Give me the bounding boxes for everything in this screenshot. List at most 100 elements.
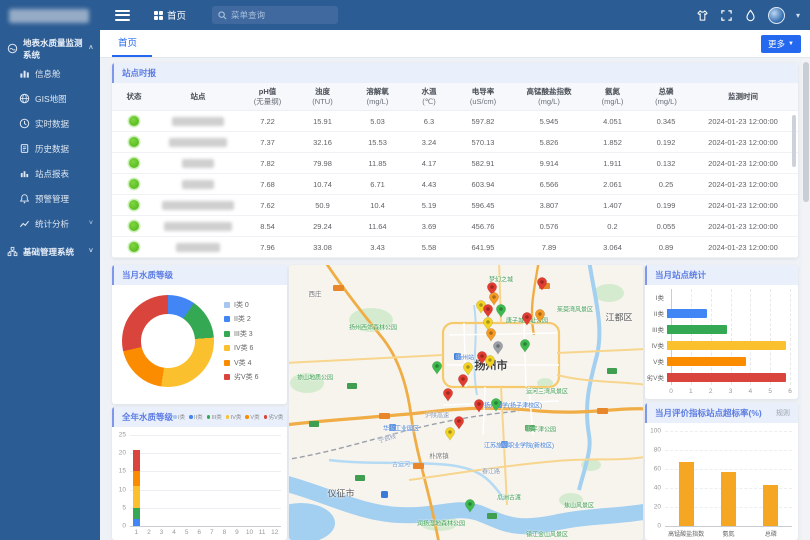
table-row[interactable]: 7.2215.915.036.3597.825.9454.0510.345202…: [112, 111, 798, 132]
sidebar-item-2[interactable]: 实时数据: [0, 111, 100, 136]
more-button[interactable]: 更多▼: [761, 35, 801, 53]
menu-toggle-icon[interactable]: [115, 10, 130, 21]
status-online-dot: [129, 179, 139, 189]
sidebar-group-surface-water[interactable]: 地表水质量监测系统˄: [0, 36, 100, 61]
column-header: 状态: [112, 92, 156, 101]
table-row[interactable]: 7.6810.746.714.43603.946.5662.0610.25202…: [112, 174, 798, 195]
bar[interactable]: [721, 472, 736, 526]
value-cell: 50.9: [295, 201, 350, 210]
bar[interactable]: [667, 357, 746, 366]
annual-chart[interactable]: 0510152025123456789101112: [112, 427, 287, 540]
station-pin-yellow[interactable]: [445, 427, 456, 446]
station-stats-chart[interactable]: 0123456I类II类III类IV类V类劣V类: [645, 285, 798, 399]
tabbar: 首页 更多▼: [100, 30, 810, 58]
value-cell: 7.68: [240, 180, 295, 189]
station-name-cell: [156, 117, 240, 126]
tab-home[interactable]: 首页: [118, 30, 137, 57]
station-pin-green[interactable]: [465, 499, 476, 518]
bar[interactable]: [763, 485, 778, 526]
bar[interactable]: [667, 309, 707, 318]
page-scrollbar-thumb[interactable]: [803, 62, 809, 202]
station-name-cell: [156, 201, 240, 210]
status-cell: [112, 116, 156, 126]
tab-underline: [112, 55, 152, 57]
sidebar-item-3[interactable]: 历史数据: [0, 136, 100, 161]
station-pin-green[interactable]: [520, 339, 531, 358]
legend-item[interactable]: II类 2: [224, 314, 259, 324]
search-input[interactable]: [231, 10, 331, 20]
sidebar-item-label: 历史数据: [35, 143, 69, 155]
station-map[interactable]: 扬州市江都区仪征市西庄朴席镇梦幻之城唐子城遗址公园茱萸湾风景区扬州西郊森林公园捺…: [289, 265, 643, 540]
category-label: I类: [645, 292, 667, 302]
rules-link[interactable]: 规则: [776, 408, 790, 418]
bar[interactable]: [667, 325, 727, 334]
station-name-cell: [156, 180, 240, 189]
bar[interactable]: [679, 462, 694, 526]
table-row[interactable]: 7.3732.1615.533.24570.135.8261.8520.1922…: [112, 132, 798, 153]
station-pin-red[interactable]: [443, 388, 454, 407]
map-label-park: 捺山地质公园: [297, 373, 333, 382]
value-cell: 603.94: [453, 180, 513, 189]
legend-label: III类: [212, 413, 222, 421]
y-tick-label: 100: [645, 428, 661, 435]
sidebar-group-base-mgmt[interactable]: 基础管理系统˅: [0, 239, 100, 264]
legend-item[interactable]: III类 3: [224, 329, 259, 339]
sidebar-item-1[interactable]: GIS地图: [0, 86, 100, 111]
fullscreen-icon[interactable]: [720, 9, 733, 22]
bar[interactable]: [667, 373, 786, 382]
legend-item[interactable]: 劣V类 6: [224, 372, 259, 382]
station-pin-yellow[interactable]: [485, 355, 496, 374]
panel-title: 当月水质等级: [122, 269, 173, 281]
x-axis: [130, 526, 281, 527]
station-pin-red[interactable]: [474, 399, 485, 418]
panel-header: 当月水质等级: [112, 265, 287, 285]
legend-item[interactable]: I类: [173, 413, 185, 421]
annual-legend: I类 II类 III类 IV类V类劣V类: [173, 413, 283, 421]
legend-item[interactable]: III类: [207, 413, 222, 421]
donut-chart[interactable]: [122, 295, 214, 387]
legend-item[interactable]: II类: [189, 413, 203, 421]
user-chevron-down-icon[interactable]: ▾: [796, 11, 800, 20]
value-cell: 7.82: [240, 159, 295, 168]
table-row[interactable]: 7.8279.9811.854.17582.919.9141.9110.1322…: [112, 153, 798, 174]
chevron-up-icon: ˄: [89, 45, 93, 52]
station-pin-orange[interactable]: [535, 309, 546, 328]
legend-item[interactable]: IV类: [226, 413, 242, 421]
table-row[interactable]: 8.5429.2411.643.69456.760.5760.20.055202…: [112, 216, 798, 237]
status-cell: [112, 158, 156, 168]
water-drop-icon[interactable]: [744, 9, 757, 22]
sidebar-item-5[interactable]: 预警管理: [0, 186, 100, 211]
sidebar-item-6[interactable]: 统计分析˅: [0, 211, 100, 236]
station-pin-red[interactable]: [537, 277, 548, 296]
station-pin-green[interactable]: [496, 304, 507, 323]
value-cell: 10.4: [350, 201, 405, 210]
legend-item[interactable]: 劣V类: [264, 413, 284, 421]
table-row[interactable]: 7.9633.083.435.58641.957.893.0640.892024…: [112, 237, 798, 258]
value-cell: 597.82: [453, 117, 513, 126]
menu-search[interactable]: [212, 6, 338, 24]
value-cell: 0.2: [585, 222, 640, 231]
station-pin-red[interactable]: [522, 312, 533, 331]
sidebar-item-label: 实时数据: [35, 118, 69, 130]
station-pin-green[interactable]: [491, 398, 502, 417]
bar-row: IV类: [645, 337, 798, 353]
time-cell: 2024-01-23 12:00:00: [692, 222, 794, 231]
user-avatar[interactable]: [768, 7, 785, 24]
exceedance-chart[interactable]: 020406080100高锰酸盐指数氨氮总磷: [645, 423, 798, 540]
sidebar-item-0[interactable]: 信息舱: [0, 61, 100, 86]
monthly-station-stats-panel: 当月站点统计 0123456I类II类III类IV类V类劣V类: [645, 265, 798, 399]
bar[interactable]: [667, 341, 786, 350]
theme-skin-icon[interactable]: [696, 9, 709, 22]
legend-item[interactable]: I类 0: [224, 300, 259, 310]
legend-item[interactable]: IV类 6: [224, 343, 259, 353]
table-row[interactable]: 7.6250.910.45.19596.453.8071.4070.199202…: [112, 195, 798, 216]
legend-item[interactable]: V类: [245, 413, 259, 421]
table-scrollbar-thumb[interactable]: [792, 115, 796, 167]
station-pin-red[interactable]: [458, 374, 469, 393]
home-breadcrumb[interactable]: 首页: [154, 8, 186, 22]
gridline: [665, 431, 792, 432]
sidebar-item-4[interactable]: 站点报表: [0, 161, 100, 186]
legend-item[interactable]: V类 4: [224, 358, 259, 368]
page-scrollbar[interactable]: [802, 58, 810, 540]
station-pin-green[interactable]: [432, 361, 443, 380]
